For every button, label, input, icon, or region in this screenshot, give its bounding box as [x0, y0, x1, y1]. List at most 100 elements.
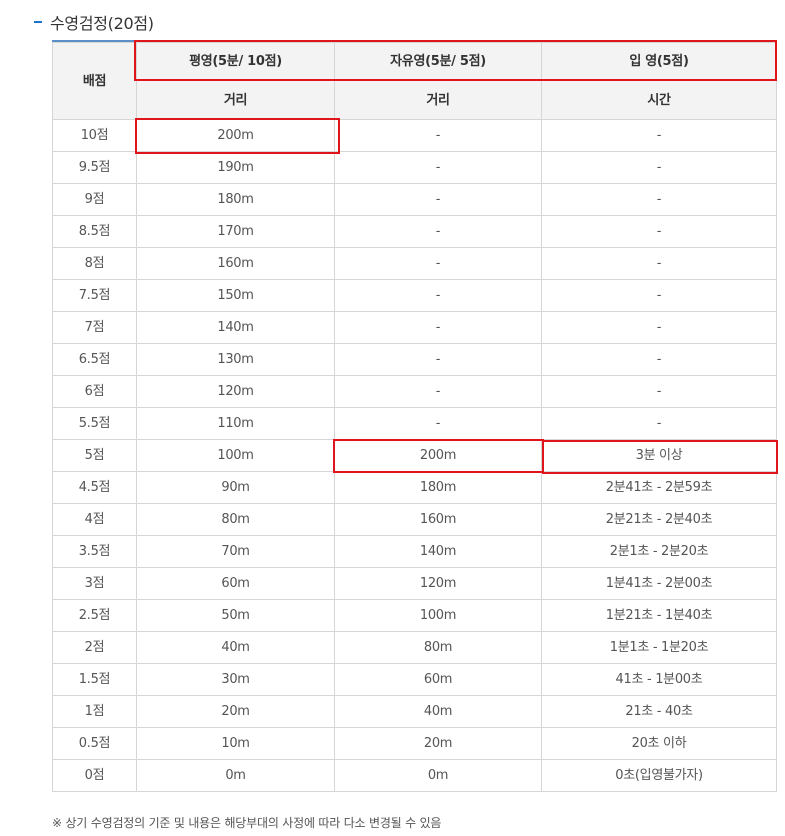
- treading-time-cell: 1분41초 - 2분00초: [541, 567, 777, 600]
- table-row: 5점 100m 200m 3분 이상: [52, 439, 777, 472]
- freestyle-distance-cell: -: [334, 279, 542, 312]
- swim-test-score-table: 배점 평영(5분/ 10점) 자유영(5분/ 5점) 입 영(5점) 거리 거리…: [52, 42, 777, 792]
- breaststroke-distance-cell: 130m: [136, 343, 335, 376]
- freestyle-distance-cell: -: [334, 247, 542, 280]
- breaststroke-distance-cell: 200m: [136, 119, 335, 152]
- table-row: 6점 120m - -: [52, 375, 777, 408]
- table-row: 3점 60m 120m 1분41초 - 2분00초: [52, 567, 777, 600]
- header-breaststroke: 평영(5분/ 10점): [136, 42, 335, 81]
- treading-time-cell: 1분21초 - 1분40초: [541, 599, 777, 632]
- freestyle-distance-cell: 200m: [334, 439, 542, 472]
- breaststroke-distance-cell: 90m: [136, 471, 335, 504]
- header-treading-water: 입 영(5점): [541, 42, 777, 81]
- table-row: 4.5점 90m 180m 2분41초 - 2분59초: [52, 471, 777, 504]
- treading-time-cell: -: [541, 247, 777, 280]
- freestyle-distance-cell: 120m: [334, 567, 542, 600]
- treading-time-cell: -: [541, 343, 777, 376]
- treading-time-cell: 0초(입영불가자): [541, 759, 777, 792]
- grade-cell: 2점: [52, 631, 137, 664]
- grade-cell: 1점: [52, 695, 137, 728]
- table-row: 6.5점 130m - -: [52, 343, 777, 376]
- grade-cell: 6.5점: [52, 343, 137, 376]
- footnote: ※ 상기 수영검정의 기준 및 내용은 해당부대의 사정에 따라 다소 변경될 …: [52, 816, 442, 830]
- table-row: 0점 0m 0m 0초(입영불가자): [52, 759, 777, 792]
- grade-cell: 0점: [52, 759, 137, 792]
- freestyle-distance-cell: 100m: [334, 599, 542, 632]
- header-freestyle: 자유영(5분/ 5점): [334, 42, 542, 81]
- freestyle-distance-cell: 0m: [334, 759, 542, 792]
- treading-time-cell: -: [541, 407, 777, 440]
- table-row: 4점 80m 160m 2분21초 - 2분40초: [52, 503, 777, 536]
- breaststroke-distance-cell: 110m: [136, 407, 335, 440]
- treading-time-cell: 2분41초 - 2분59초: [541, 471, 777, 504]
- treading-time-cell: 2분1초 - 2분20초: [541, 535, 777, 568]
- treading-time-cell: 3분 이상: [541, 439, 777, 472]
- table-row: 2점 40m 80m 1분1초 - 1분20초: [52, 631, 777, 664]
- table-row: 9점 180m - -: [52, 183, 777, 216]
- breaststroke-distance-cell: 30m: [136, 663, 335, 696]
- breaststroke-distance-cell: 180m: [136, 183, 335, 216]
- treading-time-cell: -: [541, 215, 777, 248]
- treading-time-cell: 41초 - 1분00초: [541, 663, 777, 696]
- breaststroke-distance-cell: 160m: [136, 247, 335, 280]
- grade-cell: 8.5점: [52, 215, 137, 248]
- table-row: 8.5점 170m - -: [52, 215, 777, 248]
- grade-cell: 1.5점: [52, 663, 137, 696]
- freestyle-distance-cell: 20m: [334, 727, 542, 760]
- treading-time-cell: 20초 이하: [541, 727, 777, 760]
- treading-time-cell: -: [541, 375, 777, 408]
- breaststroke-distance-cell: 20m: [136, 695, 335, 728]
- breaststroke-distance-cell: 190m: [136, 151, 335, 184]
- table-row: 3.5점 70m 140m 2분1초 - 2분20초: [52, 535, 777, 568]
- breaststroke-distance-cell: 70m: [136, 535, 335, 568]
- grade-cell: 6점: [52, 375, 137, 408]
- breaststroke-distance-cell: 60m: [136, 567, 335, 600]
- table-row: 1.5점 30m 60m 41초 - 1분00초: [52, 663, 777, 696]
- freestyle-distance-cell: -: [334, 343, 542, 376]
- freestyle-distance-cell: 160m: [334, 503, 542, 536]
- grade-cell: 7.5점: [52, 279, 137, 312]
- section-heading: 수영검정(20점): [34, 10, 154, 34]
- table-row: 10점 200m - -: [52, 119, 777, 152]
- treading-time-cell: -: [541, 311, 777, 344]
- grade-cell: 9.5점: [52, 151, 137, 184]
- table-row: 7점 140m - -: [52, 311, 777, 344]
- freestyle-distance-cell: 140m: [334, 535, 542, 568]
- breaststroke-distance-cell: 170m: [136, 215, 335, 248]
- grade-cell: 5점: [52, 439, 137, 472]
- freestyle-distance-cell: -: [334, 215, 542, 248]
- treading-time-cell: 2분21초 - 2분40초: [541, 503, 777, 536]
- freestyle-distance-cell: -: [334, 311, 542, 344]
- grade-cell: 2.5점: [52, 599, 137, 632]
- treading-time-cell: -: [541, 119, 777, 152]
- treading-time-cell: -: [541, 151, 777, 184]
- subheader-freestyle-distance: 거리: [334, 80, 542, 120]
- freestyle-distance-cell: -: [334, 151, 542, 184]
- breaststroke-distance-cell: 120m: [136, 375, 335, 408]
- table-row: 2.5점 50m 100m 1분21초 - 1분40초: [52, 599, 777, 632]
- table-row: 9.5점 190m - -: [52, 151, 777, 184]
- section-title: 수영검정(20점): [50, 14, 154, 33]
- breaststroke-distance-cell: 10m: [136, 727, 335, 760]
- grade-cell: 5.5점: [52, 407, 137, 440]
- breaststroke-distance-cell: 40m: [136, 631, 335, 664]
- treading-time-cell: 1분1초 - 1분20초: [541, 631, 777, 664]
- breaststroke-distance-cell: 150m: [136, 279, 335, 312]
- freestyle-distance-cell: -: [334, 119, 542, 152]
- breaststroke-distance-cell: 0m: [136, 759, 335, 792]
- grade-cell: 0.5점: [52, 727, 137, 760]
- table-row: 5.5점 110m - -: [52, 407, 777, 440]
- treading-time-cell: -: [541, 279, 777, 312]
- grade-cell: 3.5점: [52, 535, 137, 568]
- freestyle-distance-cell: 40m: [334, 695, 542, 728]
- treading-time-cell: 21초 - 40초: [541, 695, 777, 728]
- breaststroke-distance-cell: 80m: [136, 503, 335, 536]
- table-row: 0.5점 10m 20m 20초 이하: [52, 727, 777, 760]
- header-grade: 배점: [52, 42, 137, 120]
- table-row: 7.5점 150m - -: [52, 279, 777, 312]
- grade-cell: 4.5점: [52, 471, 137, 504]
- table-row: 1점 20m 40m 21초 - 40초: [52, 695, 777, 728]
- freestyle-distance-cell: -: [334, 183, 542, 216]
- freestyle-distance-cell: 180m: [334, 471, 542, 504]
- grade-cell: 8점: [52, 247, 137, 280]
